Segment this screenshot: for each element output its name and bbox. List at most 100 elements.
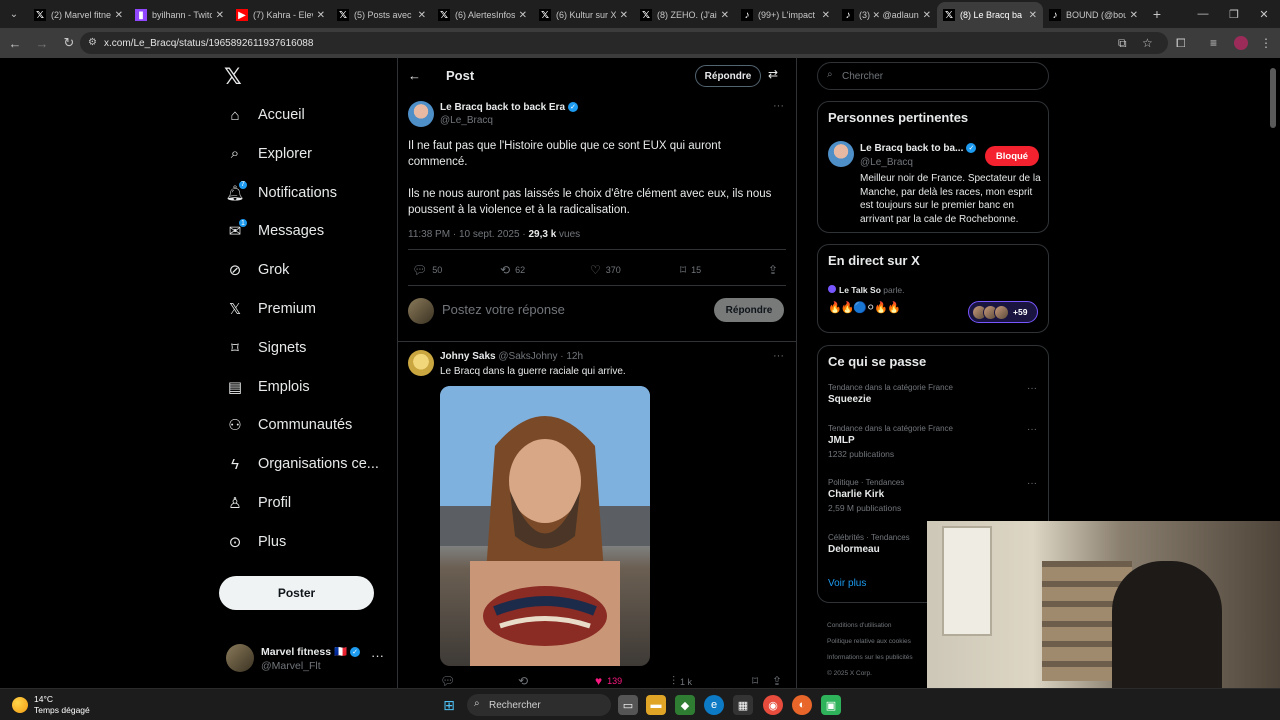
tab-close-icon[interactable]: ✕ [721,10,729,21]
minimize-button[interactable]: — [1187,0,1219,28]
sidebar-item-organisations-ce-[interactable]: ϟ Organisations ce... [226,449,379,479]
trend-item[interactable]: Tendance dans la catégorie France Squeezi… [828,383,953,405]
store-icon[interactable]: ▦ [733,695,753,715]
relevant-name-row[interactable]: Le Bracq back to ba... ✓ [860,143,977,154]
post-button[interactable]: Poster [219,576,374,610]
live-listeners-badge[interactable]: +59 [968,301,1038,323]
browser-tab[interactable]: 𝕏 (2) Marvel fitness ✕ [28,2,129,28]
more-icon[interactable]: ··· [371,648,384,663]
tab-close-icon[interactable]: ✕ [519,10,527,21]
sidebar-item-profil[interactable]: ♙ Profil [226,488,291,518]
reply-repost-action[interactable]: ⟲ [518,674,533,688]
reload-button[interactable]: ↻ [57,31,81,55]
tab-close-icon[interactable]: ✕ [1029,10,1037,21]
reply-input[interactable]: Postez votre réponse [442,302,565,317]
profile-avatar[interactable] [1234,28,1248,58]
taskbar-search[interactable]: ⌕ Rechercher [467,694,611,716]
back-button[interactable]: ← [3,31,27,55]
tab-close-icon[interactable]: ✕ [1130,10,1138,21]
x-logo-icon[interactable]: 𝕏 [224,64,242,90]
reply-action[interactable]: 💬︎ 50 [412,263,442,277]
relevant-handle[interactable]: @Le_Bracq [860,157,913,168]
tab-search-button[interactable]: ⌄ [0,0,28,28]
extensions-icon[interactable]: ⧠ [1176,28,1186,58]
start-icon[interactable]: ⊞ [439,695,459,715]
edge-icon[interactable]: e [704,695,724,715]
install-app-icon[interactable]: ⧉ [1118,28,1127,58]
sidebar-item-accueil[interactable]: ⌂ Accueil [226,100,304,130]
bookmark-action[interactable]: ⌑ 15 [680,263,701,277]
repost-action[interactable]: ⟲ 62 [500,263,525,277]
tweet-time[interactable]: 11:38 PM · 10 sept. 2025 · [408,229,528,240]
reply-author-row[interactable]: Johny Saks @SaksJohny · 12h [440,351,583,362]
forward-button[interactable]: → [30,31,54,55]
browser-menu-icon[interactable]: ⋮ [1260,28,1272,58]
browser-tab[interactable]: ♪ (99+) L'impact ✕ [735,2,836,28]
browser-tab[interactable]: 𝕏 (6) Kultur sur X ✕ [533,2,634,28]
browser-tab[interactable]: ▶ (7) Kahra - Eleven ✕ [230,2,331,28]
browser-tab[interactable]: ▮ byilhann - Twitch ✕ [129,2,230,28]
trend-more-icon[interactable]: ··· [1027,383,1037,394]
reply-header-button[interactable]: Répondre [695,65,761,87]
sidebar-item-notifications[interactable]: 🔔︎ 7 Notifications [225,178,337,208]
reply-author-avatar[interactable] [408,350,434,376]
task-view-icon[interactable]: ▭ [618,695,638,715]
live-card[interactable]: En direct sur X Le Talk So parle. 🔥🔥🔵⚪🔥🔥… [817,244,1049,333]
reply-more-icon[interactable]: ··· [773,350,784,362]
blocked-button[interactable]: Bloqué [985,146,1039,166]
bookmark-star-icon[interactable]: ☆ [1142,28,1153,58]
reply-like-action[interactable]: ♥ 139 [595,674,622,688]
trend-more-icon[interactable]: ··· [1027,424,1037,435]
browser-tab[interactable]: ♪ (3) ✕ @adlaun ✕ [836,2,937,28]
scrollbar-thumb[interactable] [1270,68,1276,128]
tab-close-icon[interactable]: ✕ [620,10,628,21]
browser-tab[interactable]: ♪ BOUND (@bou ✕ [1043,2,1144,28]
trend-item[interactable]: Célébrités · Tendances Delormeau [828,533,910,555]
sidebar-item-premium[interactable]: 𝕏 Premium [226,294,316,324]
sidebar-item-emplois[interactable]: ▤ Emplois [226,372,310,402]
back-arrow-icon[interactable]: ← [408,68,421,83]
like-action[interactable]: ♡ 370 [590,263,621,277]
sidebar-item-signets[interactable]: ⌑ Signets [226,333,306,363]
weather-widget[interactable]: 14°C Temps dégagé [12,694,90,716]
browser-tab[interactable]: 𝕏 (5) Posts avec r ✕ [331,2,432,28]
account-switcher[interactable]: Marvel fitness 🇫🇷 ✓ @Marvel_Flt ··· [226,644,386,674]
close-window-button[interactable]: ✕ [1248,0,1280,28]
tab-close-icon[interactable]: ✕ [822,10,830,21]
search-input[interactable]: ⌕ Chercher [817,62,1049,90]
sidebar-item-messages[interactable]: ✉ 1 Messages [226,216,324,246]
url-field[interactable]: ⚙ x.com/Le_Bracq/status/1965892611937616… [80,32,1168,54]
browser-tab[interactable]: 𝕏 (8) Le Bracq ba ✕ [937,2,1043,28]
media-icon[interactable]: ≡ [1210,28,1217,58]
tab-close-icon[interactable]: ✕ [317,10,325,21]
filter-icon[interactable]: ⇄ [768,67,778,81]
author-avatar[interactable] [408,101,434,127]
trend-item[interactable]: Tendance dans la catégorie France JMLP 123… [828,424,953,459]
new-tab-button[interactable]: + [1144,6,1170,22]
sidebar-item-explorer[interactable]: ⌕ Explorer [226,139,312,169]
reply-share-action[interactable]: ⇪ [772,674,787,688]
maximize-button[interactable]: ❐ [1218,0,1250,28]
nvidia-icon[interactable]: ◆ [675,695,695,715]
trend-more-icon[interactable]: ··· [1027,478,1037,489]
file-explorer-icon[interactable]: ▬ [646,695,666,715]
site-info-icon[interactable]: ⚙ [88,37,97,48]
author-handle[interactable]: @Le_Bracq [440,115,493,126]
browser-tab[interactable]: 𝕏 (6) AlertesInfos ✕ [432,2,533,28]
tab-close-icon[interactable]: ✕ [115,10,123,21]
tab-close-icon[interactable]: ✕ [418,10,426,21]
reply-bookmark-action[interactable]: ⌑ [752,674,763,688]
sidebar-item-plus[interactable]: ⊙ Plus [226,527,287,557]
trend-item[interactable]: Politique · Tendances Charlie Kirk 2,59 M … [828,478,904,513]
relevant-avatar[interactable] [828,141,854,167]
sidebar-item-grok[interactable]: ⊘ Grok [226,255,290,285]
firefox-icon[interactable]: ◐ [792,695,812,715]
chrome-icon[interactable]: ◉ [763,695,783,715]
reply-image[interactable] [440,386,650,666]
app-icon[interactable]: ▣ [821,695,841,715]
browser-tab[interactable]: 𝕏 (8) ZEHO. (J'ai s ✕ [634,2,735,28]
reply-views-action[interactable]: ⫶ 1 k [672,674,692,688]
author-name-row[interactable]: Le Bracq back to back Era ✓ [440,102,579,113]
reply-comment-action[interactable]: 💬︎ [440,674,460,688]
see-more-link[interactable]: Voir plus [828,578,866,589]
